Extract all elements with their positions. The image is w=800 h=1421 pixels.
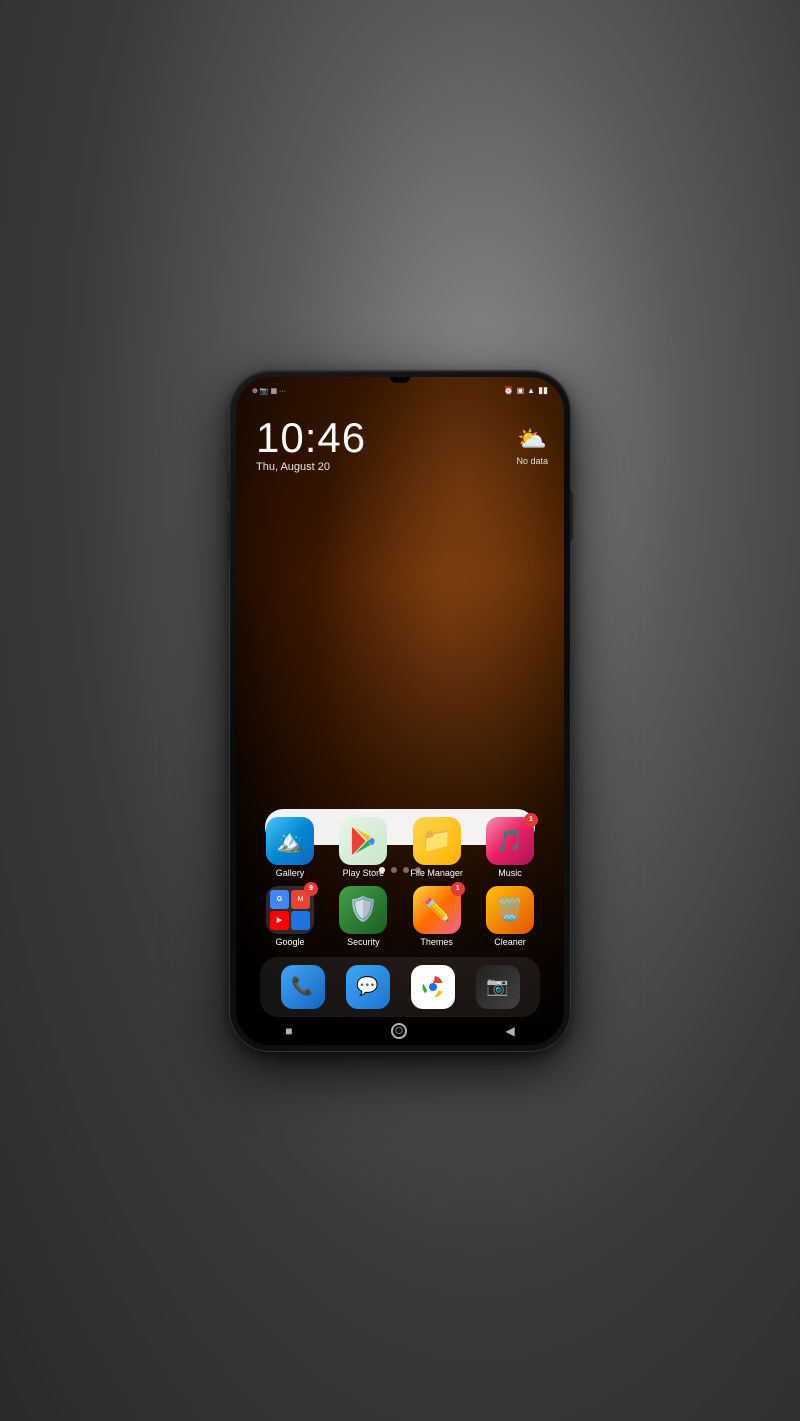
gf-g: G: [270, 890, 289, 909]
dot-2: [391, 867, 397, 873]
gf-other: 👤: [291, 911, 310, 930]
nav-square[interactable]: ■: [285, 1024, 292, 1038]
gallery-icon: [266, 817, 314, 865]
app-security[interactable]: Security: [333, 886, 393, 947]
dock-messages[interactable]: 💬: [346, 965, 390, 1009]
security-icon: [339, 886, 387, 934]
status-right-icons: ⏰ ▣ ▲ ▮▮: [504, 385, 548, 396]
app-gallery[interactable]: Gallery: [260, 817, 320, 878]
filemanager-icon: [413, 817, 461, 865]
chrome-svg: [421, 975, 445, 999]
status-left-icons: ⊕ 📷 ▦ ···: [252, 387, 286, 395]
weather-icon: ⛅: [516, 425, 548, 454]
music-label: Music: [498, 868, 522, 878]
security-label: Security: [347, 937, 380, 947]
nav-bar: ■ ○ ◀: [236, 1017, 564, 1045]
cleaner-label: Cleaner: [494, 937, 526, 947]
cleaner-icon: [486, 886, 534, 934]
clock-time: 10:46: [256, 417, 366, 459]
clock-date: Thu, August 20: [256, 461, 366, 473]
music-icon: 1: [486, 817, 534, 865]
camera-notch: [390, 377, 410, 383]
nfc-icon: ▣: [517, 386, 525, 395]
playstore-svg: [349, 827, 377, 855]
volume-down-button[interactable]: [227, 511, 230, 561]
themes-label: Themes: [420, 937, 453, 947]
dot-4: [415, 867, 421, 873]
playstore-label: Play Store: [343, 868, 385, 878]
gallery-label: Gallery: [276, 868, 305, 878]
volume-up-button[interactable]: [227, 471, 230, 501]
page-dots: [379, 867, 421, 873]
nav-circle[interactable]: ○: [391, 1023, 407, 1039]
dock-chrome[interactable]: [411, 965, 455, 1009]
weather-widget[interactable]: ⛅ No data: [516, 425, 548, 466]
dot-1: [379, 867, 385, 873]
google-folder-icon: G M ▶ 👤 9: [266, 886, 314, 934]
wifi-icon: ▲: [527, 386, 535, 395]
nav-triangle[interactable]: ◀: [506, 1024, 515, 1038]
phone-app-icon: 📞: [291, 976, 313, 997]
weather-text: No data: [516, 456, 548, 466]
clock-widget: 10:46 Thu, August 20: [256, 417, 366, 473]
phone-screen: ⊕ 📷 ▦ ··· ⏰ ▣ ▲ ▮▮ 10:46 Thu, August 20 …: [236, 377, 564, 1045]
camera2-app-icon: 📷: [486, 976, 508, 997]
notification-icon: ⊕ 📷 ▦ ···: [252, 387, 286, 395]
gf-yt: ▶: [270, 911, 289, 930]
music-badge: 1: [524, 813, 538, 827]
app-themes[interactable]: 1 Themes: [407, 886, 467, 947]
dock-phone[interactable]: 📞: [281, 965, 325, 1009]
messages-app-icon: 💬: [356, 976, 378, 997]
app-row-2: G M ▶ 👤 9 Google Security: [260, 886, 540, 947]
themes-badge: 1: [451, 882, 465, 896]
app-dock: 📞 💬 📷: [260, 957, 540, 1017]
themes-icon: 1: [413, 886, 461, 934]
app-cleaner[interactable]: Cleaner: [480, 886, 540, 947]
google-folder-label: Google: [275, 937, 304, 947]
phone-device: ⊕ 📷 ▦ ··· ⏰ ▣ ▲ ▮▮ 10:46 Thu, August 20 …: [230, 371, 570, 1051]
battery-icon: ▮▮: [538, 385, 548, 396]
dot-3: [403, 867, 409, 873]
power-button[interactable]: [570, 491, 573, 541]
playstore-icon: [339, 817, 387, 865]
app-google-folder[interactable]: G M ▶ 👤 9 Google: [260, 886, 320, 947]
dock-camera[interactable]: 📷: [476, 965, 520, 1009]
app-music[interactable]: 1 Music: [480, 817, 540, 878]
app-grid: Gallery Play Store: [260, 817, 540, 955]
google-badge: 9: [304, 882, 318, 896]
alarm-icon: ⏰: [504, 386, 514, 395]
